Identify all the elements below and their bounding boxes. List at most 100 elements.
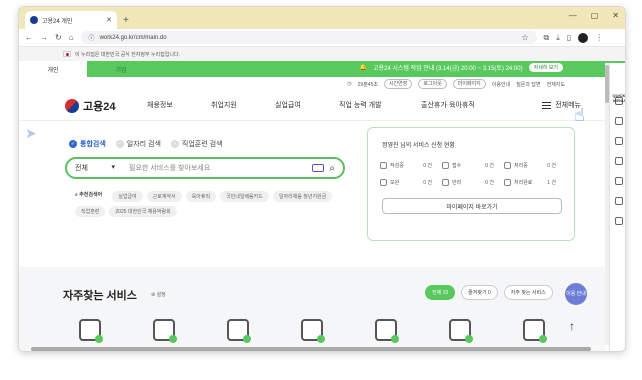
session-timer: 29분45초: [357, 81, 378, 88]
usage-guide-button[interactable]: 이용 안내: [565, 283, 587, 305]
favorites-setting-link[interactable]: ⊕ 설정: [151, 291, 166, 298]
site-logo[interactable]: 고용24: [65, 98, 115, 114]
tab-frequent[interactable]: 자주 찾는 서비스: [503, 285, 553, 300]
extend-time-button[interactable]: 시간연장: [383, 79, 413, 89]
maximize-button[interactable]: ▢: [591, 11, 599, 20]
status-item-draft[interactable]: 작성중 0 건: [380, 162, 442, 169]
url-text: work24.go.kr/cm/main.do: [99, 34, 167, 41]
keyword-chip[interactable]: 2025 대한민국 채용박람회: [109, 206, 177, 217]
option-job-search[interactable]: ✓ 일자리 검색: [115, 139, 161, 149]
site-favicon-icon: [30, 16, 38, 24]
keyword-chip[interactable]: 근로계약서: [146, 191, 182, 202]
document-icon[interactable]: [79, 319, 103, 343]
horizontal-scrollbar[interactable]: [19, 345, 605, 351]
guide-link[interactable]: 이용안내: [492, 81, 510, 88]
side-panel-icon[interactable]: ▯: [567, 33, 571, 42]
quick-calendar-icon[interactable]: [614, 157, 623, 165]
gnb-item-employment-support[interactable]: 취업지원: [211, 100, 275, 110]
tab-strip: 고용24 개인 ✕ + — ▢ ✕: [19, 7, 625, 29]
status-item-rejected[interactable]: 반려 0 건: [442, 179, 504, 186]
site-info-icon[interactable]: ⓘ: [89, 33, 95, 42]
radio-icon: ✓: [115, 140, 124, 148]
paper-plane-icon: ➤: [25, 125, 37, 141]
favorite-services-section: 자주찾는 서비스 ⊕ 설정 전체 10 즐겨찾기 0 자주 찾는 서비스 이용 …: [19, 267, 605, 351]
extensions-icon[interactable]: ⧉: [544, 33, 550, 43]
tab-bookmarks[interactable]: 즐겨찾기 0: [461, 285, 498, 300]
url-field[interactable]: ⓘ work24.go.kr/cm/main.do ☆: [80, 31, 537, 44]
gnb-item-parental-leave[interactable]: 출산휴가·육아휴직: [421, 100, 475, 110]
inbox-icon: [442, 162, 449, 169]
bottle-icon[interactable]: [227, 319, 251, 343]
browser-tab[interactable]: 고용24 개인 ✕: [25, 11, 117, 29]
bell-icon: 🔔: [359, 65, 367, 71]
status-label: 접수: [452, 163, 462, 169]
tab-personal[interactable]: 개인: [19, 61, 87, 77]
home-icon[interactable]: ⌂: [69, 33, 74, 42]
keyword-chip[interactable]: 육아휴직: [185, 191, 217, 202]
back-icon[interactable]: ←: [25, 33, 33, 42]
service-status-panel: 정영진 님의 서비스 신청 현황 작성중 0 건 접수 0 건 처리중 0 건 보완 0…: [367, 127, 575, 241]
clock-icon: ◷: [347, 81, 352, 87]
minimize-button[interactable]: —: [569, 11, 577, 20]
reload-icon[interactable]: ↻: [55, 33, 62, 42]
gnb-item-unemployment-benefit[interactable]: 실업급여: [275, 100, 339, 110]
gnb-item-jobs[interactable]: 채용정보: [147, 100, 211, 110]
recommend-label-text: 추천검색어: [79, 192, 103, 198]
status-label: 처리완료: [514, 180, 533, 186]
gov-notice-text: 이 누리집은 대한민국 공식 전자정부 누리집입니다.: [75, 51, 180, 58]
status-count: 0 건: [485, 163, 494, 169]
tab-business[interactable]: 기업: [87, 61, 155, 77]
close-window-button[interactable]: ✕: [612, 11, 619, 20]
pencil-icon: [380, 162, 387, 169]
close-tab-icon[interactable]: ✕: [106, 16, 112, 24]
quick-headset-icon[interactable]: [614, 217, 623, 225]
profile-avatar[interactable]: [578, 32, 589, 43]
search-icon[interactable]: ⌕: [329, 163, 335, 174]
card-icon[interactable]: [449, 319, 473, 343]
money-bag-icon[interactable]: [375, 319, 399, 343]
user-type-bar: 개인 기업 🔔 고용24 시스템 작업 안내 (3.14(금) 20:00 ~ …: [19, 61, 625, 77]
tab-title: 고용24 개인: [42, 18, 73, 25]
keyword-chip[interactable]: 실업급여: [112, 191, 143, 202]
logout-button[interactable]: 로그아웃: [418, 79, 447, 89]
more-menu-icon[interactable]: ⋮: [595, 33, 603, 42]
quick-monitor-icon[interactable]: [614, 137, 623, 145]
status-count: 0 건: [423, 163, 432, 169]
person-edit-icon[interactable]: [301, 319, 325, 343]
new-tab-button[interactable]: +: [123, 15, 129, 26]
presentation-icon[interactable]: [153, 319, 177, 343]
option-training-search[interactable]: ✓ 직업훈련 검색: [170, 139, 223, 149]
option-integrated-search[interactable]: ✓ 통합검색: [69, 139, 106, 149]
quick-smile-icon[interactable]: [614, 177, 623, 185]
mypage-button[interactable]: 마이페이지: [452, 79, 486, 89]
section-title: 자주찾는 서비스: [63, 290, 137, 302]
search-input[interactable]: 필요한 서비스를 찾아보세요: [129, 163, 312, 173]
status-item-received[interactable]: 접수 0 건: [442, 162, 504, 169]
search-category-select[interactable]: 전체 ▾: [75, 163, 115, 173]
status-title: 정영진 님의 서비스 신청 현황: [382, 143, 455, 149]
keyword-chip[interactable]: 일자리채움 청년지원금: [272, 191, 333, 202]
search-type-options: ✓ 통합검색 ✓ 일자리 검색 ✓ 직업훈련 검색: [69, 139, 223, 149]
maintenance-banner: 🔔 고용24 시스템 작업 안내 (3.14(금) 20:00 ~ 3.15(토…: [360, 63, 563, 72]
status-item-processing[interactable]: 처리중 0 건: [504, 162, 566, 169]
status-item-supplement[interactable]: 보완 0 건: [380, 179, 442, 186]
forward-icon[interactable]: →: [40, 33, 48, 42]
tab-all[interactable]: 전체 10: [425, 285, 456, 300]
download-icon[interactable]: ⤓: [556, 33, 560, 43]
keyboard-icon[interactable]: [312, 164, 325, 172]
bookmark-star-icon[interactable]: ☆: [521, 33, 528, 42]
quick-grid-icon[interactable]: [614, 197, 623, 205]
quick-chat-icon[interactable]: [614, 117, 623, 125]
status-label: 작성중: [390, 163, 404, 169]
qna-link[interactable]: 질문과 답변: [516, 81, 540, 88]
radio-icon: ✓: [170, 140, 179, 148]
banner-more-button[interactable]: 자세히 보기: [528, 63, 563, 72]
status-item-completed[interactable]: 처리완료 1 건: [504, 179, 566, 186]
gnb-item-vocational-training[interactable]: 직업 능력 개발: [339, 100, 421, 110]
sitemap-link[interactable]: 전체지도: [547, 81, 565, 88]
keyword-chip[interactable]: 직업훈련: [75, 206, 106, 217]
keyword-chip[interactable]: 국민내일배움카드: [220, 191, 269, 202]
scroll-top-icon[interactable]: ↑: [569, 319, 575, 333]
mypage-shortcut-button[interactable]: 마이페이지 바로가기: [382, 198, 562, 214]
monitor-icon[interactable]: [523, 319, 547, 343]
